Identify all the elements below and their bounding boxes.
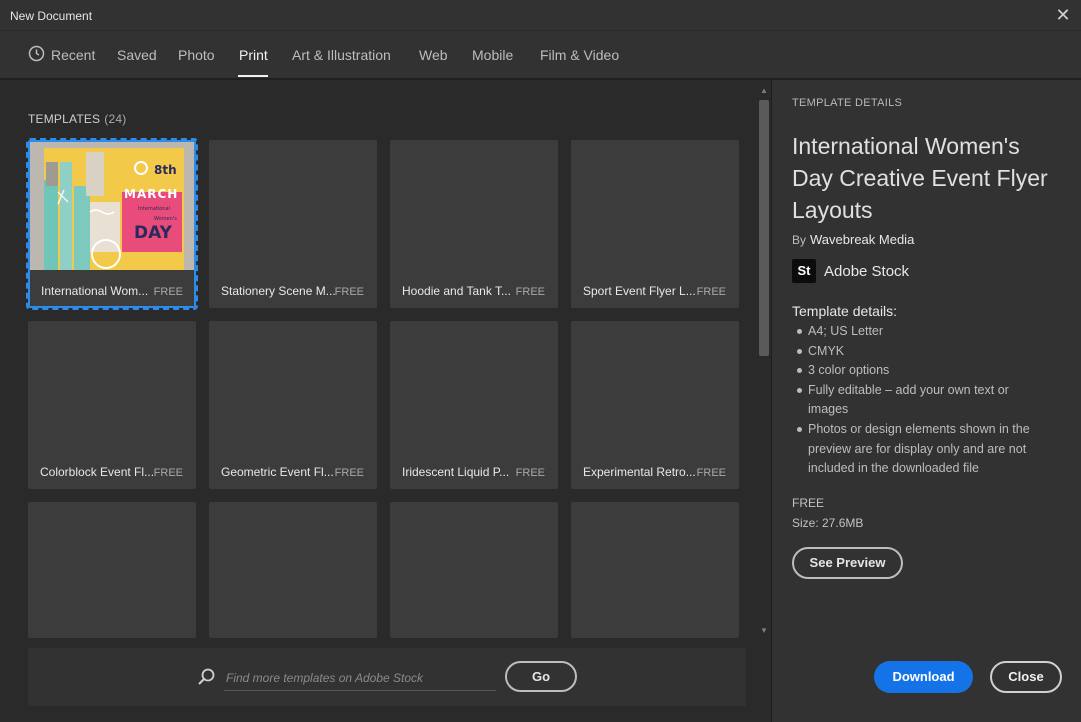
scroll-down-arrow-icon[interactable]: ▼ xyxy=(759,626,769,636)
tab-art-illustration[interactable]: Art & Illustration xyxy=(292,47,391,63)
tab-photo[interactable]: Photo xyxy=(178,47,215,63)
title-bar: New Document ✕ xyxy=(0,0,1081,31)
template-card[interactable]: Sport Event Flyer L... FREE xyxy=(571,140,739,308)
template-name: Experimental Retro... xyxy=(583,465,696,479)
templates-count: (24) xyxy=(104,112,127,126)
tab-film-video[interactable]: Film & Video xyxy=(540,47,619,63)
details-list: A4; US Letter CMYK 3 color options Fully… xyxy=(792,322,1052,479)
detail-item: 3 color options xyxy=(792,361,1052,381)
template-badge: FREE xyxy=(515,467,545,479)
download-button[interactable]: Download xyxy=(874,661,973,693)
scrollbar-thumb[interactable] xyxy=(759,100,769,356)
thumb-text-march: MARCH xyxy=(124,187,178,201)
thumb-text-8th: 8th xyxy=(154,163,177,177)
close-button[interactable]: Close xyxy=(990,661,1062,693)
template-thumbnail: 8th MARCH International Women's DAY xyxy=(30,142,194,272)
template-name: Sport Event Flyer L... xyxy=(583,284,696,298)
adobe-stock-logo-icon: St xyxy=(792,259,816,283)
template-card[interactable] xyxy=(390,502,558,638)
template-badge: FREE xyxy=(515,286,545,298)
template-size: Size: 27.6MB xyxy=(792,516,864,530)
see-preview-button[interactable]: See Preview xyxy=(792,547,903,579)
template-badge: FREE xyxy=(334,467,364,479)
tab-web[interactable]: Web xyxy=(419,47,448,63)
template-badge: FREE xyxy=(696,467,726,479)
tab-saved[interactable]: Saved xyxy=(117,47,157,63)
template-name: Iridescent Liquid P... xyxy=(402,465,510,479)
stock-search-input[interactable] xyxy=(224,665,496,691)
details-heading: Template details: xyxy=(792,303,898,319)
go-button[interactable]: Go xyxy=(505,661,577,692)
template-author-line: By Wavebreak Media xyxy=(792,232,914,247)
template-title: International Women's Day Creative Event… xyxy=(792,133,1048,223)
template-name: Hoodie and Tank T... xyxy=(402,284,511,298)
thumb-text-international: International xyxy=(138,206,170,212)
template-price: FREE xyxy=(792,496,825,510)
template-card[interactable] xyxy=(571,502,739,638)
by-label: By xyxy=(792,233,807,247)
template-badge: FREE xyxy=(153,467,183,479)
template-name: Geometric Event Fl... xyxy=(221,465,334,479)
thumb-text-day: DAY xyxy=(134,223,173,243)
tab-print[interactable]: Print xyxy=(239,47,268,63)
templates-heading: TEMPLATES (24) xyxy=(28,112,126,126)
templates-label: TEMPLATES xyxy=(28,112,101,126)
template-card[interactable]: Iridescent Liquid P... FREE xyxy=(390,321,558,489)
template-badge: FREE xyxy=(334,286,364,298)
template-card[interactable]: 8th MARCH International Women's DAY Inte… xyxy=(26,138,198,310)
detail-item: CMYK xyxy=(792,342,1052,362)
window-title: New Document xyxy=(10,9,93,23)
details-section-label: TEMPLATE DETAILS xyxy=(792,97,903,109)
template-name: Colorblock Event Fl... xyxy=(40,465,155,479)
detail-item: Photos or design elements shown in the p… xyxy=(792,420,1052,479)
template-card[interactable]: Hoodie and Tank T... FREE xyxy=(390,140,558,308)
active-tab-indicator xyxy=(238,75,268,77)
template-card[interactable]: Colorblock Event Fl... FREE xyxy=(28,321,196,489)
close-icon[interactable]: ✕ xyxy=(1053,5,1073,25)
tab-mobile[interactable]: Mobile xyxy=(472,47,513,63)
detail-item: A4; US Letter xyxy=(792,322,1052,342)
template-card[interactable]: Geometric Event Fl... FREE xyxy=(209,321,377,489)
thumb-text-womens: Women's xyxy=(154,216,177,222)
clock-icon xyxy=(28,45,45,62)
detail-item: Fully editable – add your own text or im… xyxy=(792,381,1052,420)
flyer-preview-image: 8th MARCH International Women's DAY xyxy=(30,142,194,272)
template-author: Wavebreak Media xyxy=(810,232,915,247)
template-card[interactable]: Experimental Retro... FREE xyxy=(571,321,739,489)
search-icon xyxy=(198,668,215,685)
template-badge: FREE xyxy=(696,286,726,298)
template-name: Stationery Scene M... xyxy=(221,284,336,298)
template-name: International Wom... xyxy=(41,284,149,298)
stock-provider-name: Adobe Stock xyxy=(824,263,910,280)
tab-recent[interactable]: Recent xyxy=(51,47,95,63)
template-badge: FREE xyxy=(153,286,183,298)
template-card[interactable] xyxy=(209,502,377,638)
scroll-up-arrow-icon[interactable]: ▲ xyxy=(759,86,769,96)
template-card[interactable] xyxy=(28,502,196,638)
template-card[interactable]: Stationery Scene M... FREE xyxy=(209,140,377,308)
